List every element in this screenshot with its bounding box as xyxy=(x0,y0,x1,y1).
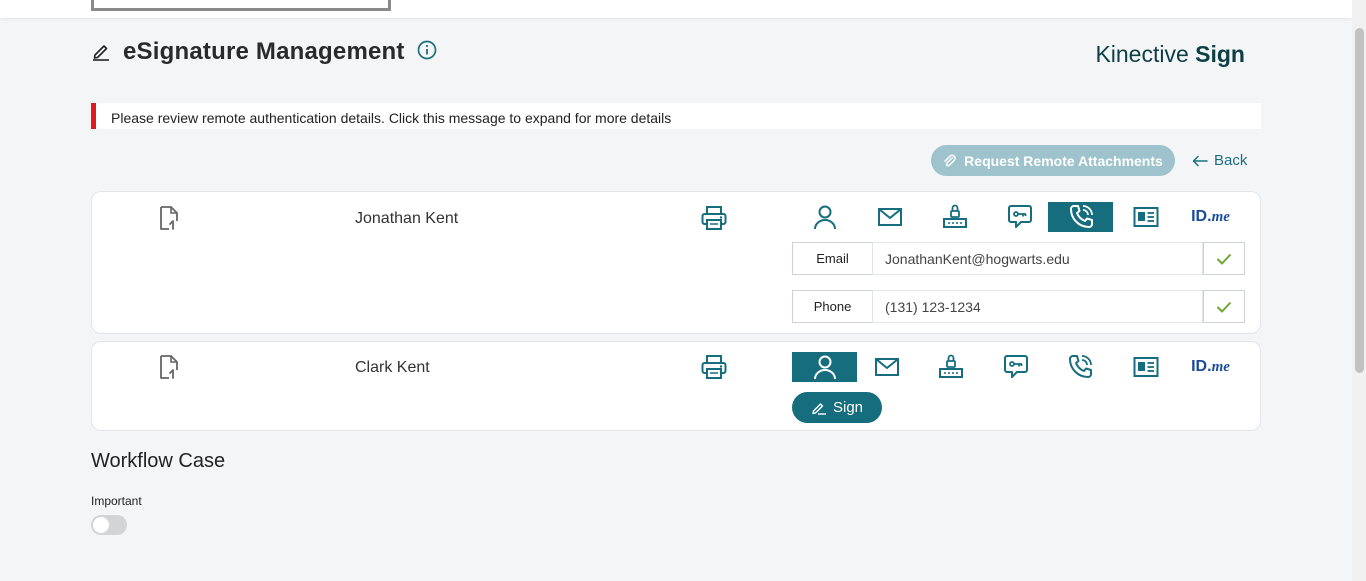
important-toggle[interactable] xyxy=(91,515,127,535)
request-remote-attachments-button[interactable]: Request Remote Attachments xyxy=(931,145,1175,176)
signer-card: Jonathan Kent ID.me Email JonathanKent@h… xyxy=(91,191,1261,334)
phone-verify-button[interactable] xyxy=(1203,290,1245,323)
auth-email-button[interactable] xyxy=(857,202,922,232)
sign-button[interactable]: Sign xyxy=(792,392,882,423)
auth-method-icons: ID.me xyxy=(792,202,1248,232)
auth-device-button[interactable] xyxy=(922,202,987,232)
auth-method-icons: ID.me xyxy=(792,352,1248,382)
idme-me: me xyxy=(1211,359,1230,375)
top-bar xyxy=(0,0,1352,18)
chat-key-icon xyxy=(1007,205,1032,228)
auth-phone-button[interactable] xyxy=(1048,202,1113,232)
auth-device-button[interactable] xyxy=(918,352,983,382)
phone-icon xyxy=(1068,355,1092,378)
print-icon[interactable] xyxy=(700,353,728,381)
signature-pen-icon xyxy=(93,45,109,61)
checkmark-icon xyxy=(1216,301,1232,313)
sign-label: Sign xyxy=(832,399,864,416)
email-label: Email xyxy=(792,242,873,275)
router-icon xyxy=(942,204,967,228)
important-label: Important xyxy=(91,494,142,508)
workflow-case-title: Workflow Case xyxy=(91,450,226,472)
auth-email-button[interactable] xyxy=(854,352,919,382)
page-title: eSignature Management xyxy=(123,38,405,65)
phone-label: Phone xyxy=(792,290,873,323)
signer-name: Clark Kent xyxy=(355,359,430,376)
idme-id: ID. xyxy=(1191,208,1212,225)
brand-light: Kinective xyxy=(1095,41,1196,67)
paperclip-icon xyxy=(944,153,956,166)
idme-id: ID. xyxy=(1191,358,1212,375)
arrow-left-icon xyxy=(1192,155,1208,166)
email-icon xyxy=(877,208,902,226)
auth-idme-button[interactable]: ID.me xyxy=(1178,202,1243,232)
email-field-row: Email JonathanKent@hogwarts.edu xyxy=(792,242,1245,275)
auth-id-card-button[interactable] xyxy=(1113,202,1178,232)
idme-logo: ID.me xyxy=(1191,208,1230,226)
info-icon[interactable] xyxy=(417,40,437,60)
top-search-box[interactable] xyxy=(91,0,391,11)
brand-logo: Kinective Sign xyxy=(1095,41,1245,68)
checkmark-icon xyxy=(1216,253,1232,265)
phone-icon xyxy=(1069,205,1093,228)
router-icon xyxy=(938,354,963,378)
chat-key-icon xyxy=(1003,355,1028,378)
signer-name: Jonathan Kent xyxy=(355,210,459,227)
idme-me: me xyxy=(1211,209,1230,225)
toggle-knob xyxy=(93,517,109,533)
remote-auth-alert[interactable]: Please review remote authentication deta… xyxy=(91,103,1261,129)
auth-idme-button[interactable]: ID.me xyxy=(1178,352,1243,382)
email-verify-button[interactable] xyxy=(1203,242,1245,275)
print-icon[interactable] xyxy=(700,204,728,232)
auth-id-card-button[interactable] xyxy=(1113,352,1178,382)
user-icon xyxy=(813,355,836,380)
id-card-icon xyxy=(1133,207,1158,227)
signature-pen-icon xyxy=(812,402,826,415)
scrollbar-thumb[interactable] xyxy=(1355,28,1364,373)
id-card-icon xyxy=(1133,357,1158,377)
phone-field-row: Phone (131) 123-1234 xyxy=(792,290,1245,323)
phone-field[interactable]: (131) 123-1234 xyxy=(872,290,1203,323)
email-icon xyxy=(874,358,899,376)
auth-chat-key-button[interactable] xyxy=(983,352,1048,382)
back-button[interactable]: Back xyxy=(1192,152,1247,169)
idme-logo: ID.me xyxy=(1191,358,1230,376)
request-remote-attachments-label: Request Remote Attachments xyxy=(964,152,1163,169)
email-field[interactable]: JonathanKent@hogwarts.edu xyxy=(872,242,1203,275)
auth-user-button[interactable] xyxy=(792,352,857,382)
scrollbar[interactable] xyxy=(1352,0,1366,581)
back-label: Back xyxy=(1214,152,1248,169)
document-icon[interactable] xyxy=(159,205,181,231)
document-icon[interactable] xyxy=(159,354,181,380)
auth-chat-key-button[interactable] xyxy=(987,202,1052,232)
auth-user-button[interactable] xyxy=(792,202,857,232)
page-header: eSignature Management Kinective Sign xyxy=(91,36,1261,76)
brand-bold: Sign xyxy=(1195,41,1245,67)
signer-card: Clark Kent ID.me Sign xyxy=(91,341,1261,431)
auth-phone-button[interactable] xyxy=(1047,352,1112,382)
user-icon xyxy=(813,205,836,230)
alert-message: Please review remote authentication deta… xyxy=(111,110,672,126)
